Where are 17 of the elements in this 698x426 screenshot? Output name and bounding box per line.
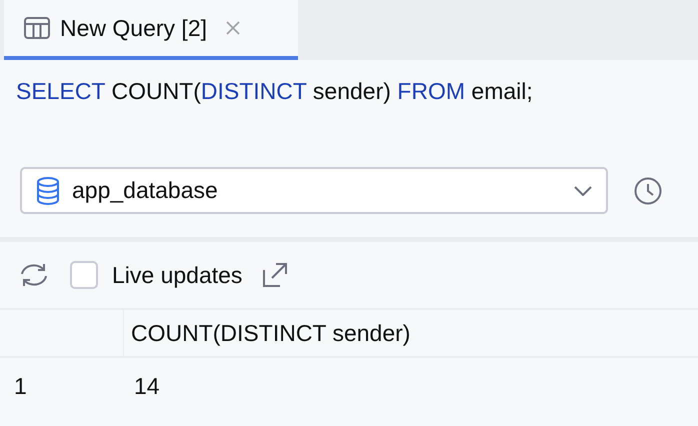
row-number: 1 [13, 372, 28, 401]
table-cell-text: 14 [133, 372, 160, 401]
refresh-icon[interactable] [18, 262, 50, 288]
live-updates-checkbox[interactable] [70, 261, 98, 289]
sql-query[interactable]: SELECT COUNT(DISTINCT sender) FROM email; [16, 74, 698, 108]
open-external-icon[interactable] [262, 262, 288, 288]
live-updates-label: Live updates [112, 260, 242, 290]
database-select[interactable]: app_database [20, 167, 608, 214]
close-icon[interactable] [225, 20, 241, 36]
query-tab[interactable]: New Query [2] [4, 0, 298, 60]
database-name: app_database [72, 176, 219, 206]
table-icon [24, 17, 50, 39]
clock-icon[interactable] [634, 176, 662, 204]
tab-label: New Query [2] [60, 14, 207, 43]
chevron-down-icon [574, 186, 592, 196]
column-header[interactable]: COUNT(DISTINCT sender) [124, 310, 410, 356]
database-icon [36, 176, 60, 204]
